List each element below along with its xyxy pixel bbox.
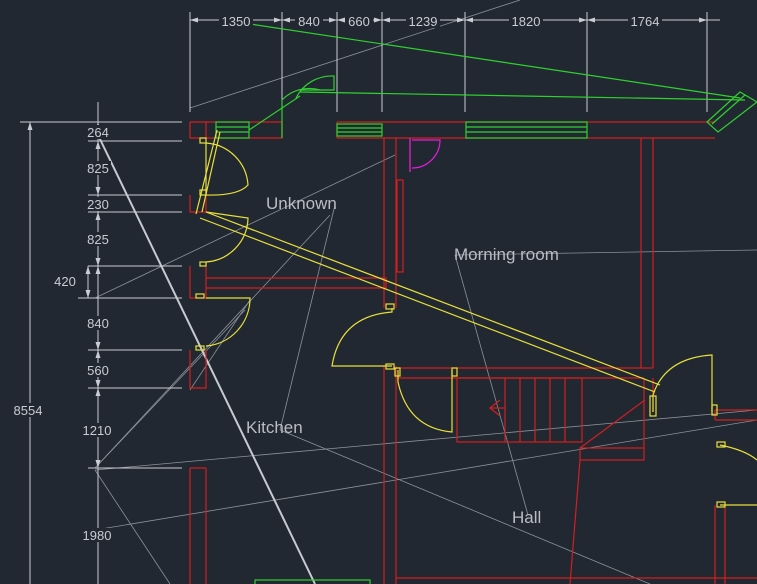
magenta-fixture xyxy=(409,138,441,172)
dim-top-3: 660 xyxy=(348,14,370,29)
construction-lines xyxy=(94,0,757,584)
dim-left-7: 1210 xyxy=(83,423,112,438)
top-dimension-labels: 1350 840 660 1239 1820 1764 xyxy=(219,14,662,29)
dim-left-8: 1980 xyxy=(83,528,112,543)
dim-left-2: 825 xyxy=(87,161,109,176)
dim-side-offset: 420 xyxy=(54,274,76,289)
room-label-morning-room: Morning room xyxy=(454,245,559,264)
room-label-unknown: Unknown xyxy=(266,194,337,213)
dim-side-overall: 8554 xyxy=(14,403,43,418)
dim-top-2: 840 xyxy=(298,14,320,29)
floor-plan-canvas[interactable]: 1350 840 660 1239 1820 1764 264 825 230 … xyxy=(0,0,757,584)
dim-top-5: 1820 xyxy=(512,14,541,29)
dim-left-6: 560 xyxy=(87,363,109,378)
doors xyxy=(195,129,757,508)
windows xyxy=(215,23,757,584)
dim-left-1: 264 xyxy=(87,125,109,140)
dim-top-6: 1764 xyxy=(631,14,660,29)
dim-top-4: 1239 xyxy=(409,14,438,29)
dim-left-3: 230 xyxy=(87,197,109,212)
dim-left-4: 825 xyxy=(87,232,109,247)
walls xyxy=(189,121,757,584)
room-label-hall: Hall xyxy=(512,508,541,527)
room-label-kitchen: Kitchen xyxy=(246,418,303,437)
dim-top-1: 1350 xyxy=(222,14,251,29)
dim-left-5: 840 xyxy=(87,316,109,331)
